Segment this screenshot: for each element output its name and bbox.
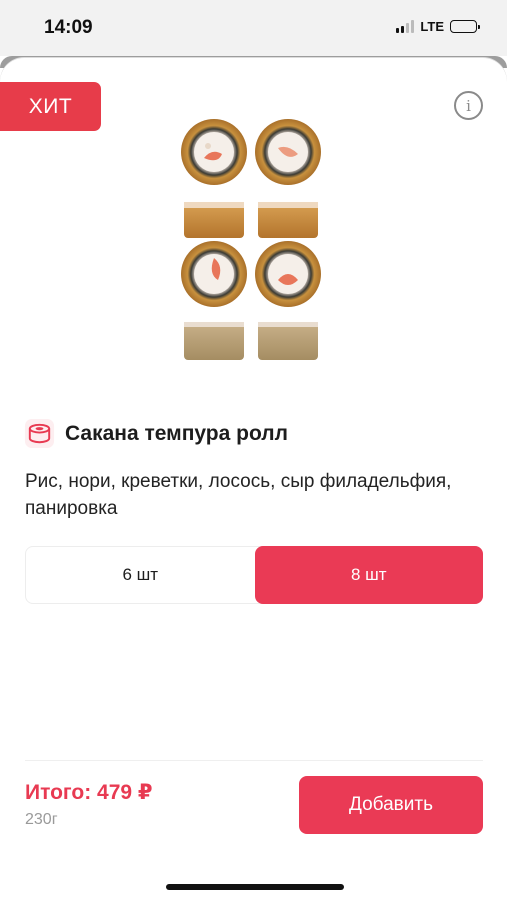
roll-mid-left [181,241,247,307]
portion-option-6[interactable]: 6 шт [26,547,255,603]
cellular-signal-icon [396,20,415,33]
add-to-cart-button[interactable]: Добавить [299,776,483,834]
total-price: Итого: 479 ₽ [25,781,153,804]
network-type-label: LTE [420,19,444,34]
home-indicator[interactable] [166,884,344,890]
portion-option-8[interactable]: 8 шт [254,546,483,604]
roll-side-4 [258,322,318,360]
status-time: 14:09 [44,17,93,38]
product-name: Сакана темпура ролл [65,421,288,445]
roll-top-right [255,119,321,185]
product-sheet: ХИТ i Сакана темпура ролл Рис, нори, кре… [0,58,507,900]
status-indicators: LTE [396,19,480,34]
sushi-roll-icon [24,418,55,449]
roll-side-3 [184,322,244,360]
product-description: Рис, нори, креветки, лосось, сыр филадел… [25,471,452,519]
product-weight: 230г [25,811,58,828]
battery-icon [450,20,480,33]
roll-mid-right [255,241,321,307]
roll-top-left [181,119,247,185]
footer-divider [25,760,483,761]
hit-badge: ХИТ [0,82,101,131]
portion-switch: 6 шт 8 шт [25,546,483,604]
product-title-row: Сакана темпура ролл [24,418,288,449]
info-icon[interactable]: i [454,91,483,120]
status-bar: 14:09 LTE [0,0,507,56]
product-image [181,119,321,360]
